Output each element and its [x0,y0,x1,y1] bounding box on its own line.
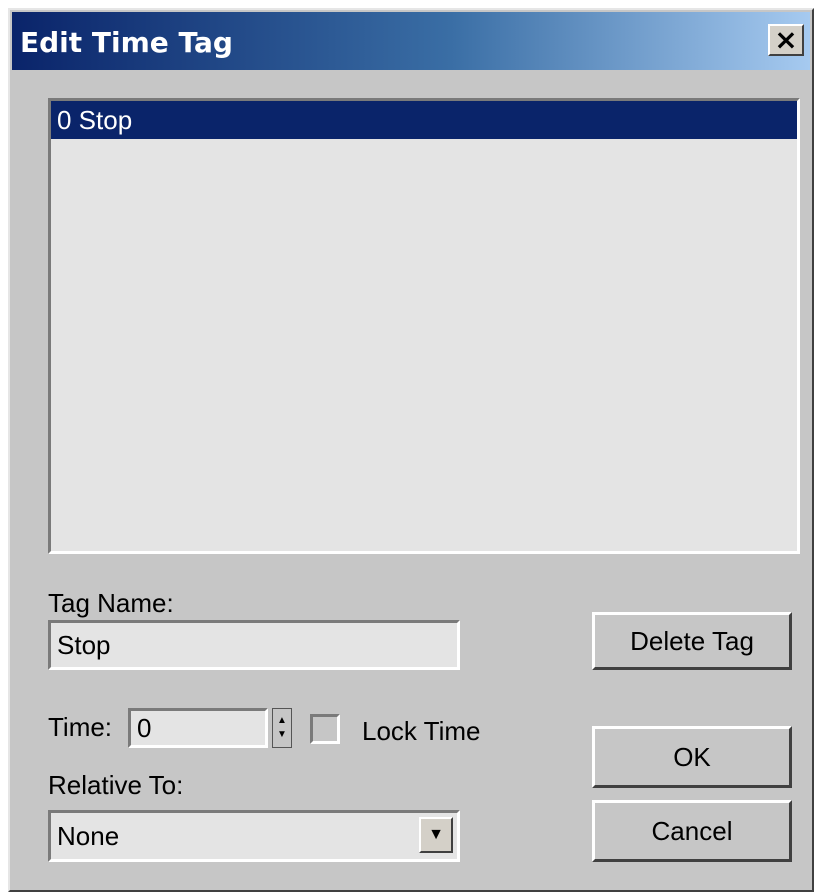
ok-button[interactable]: OK [592,726,792,788]
tag-name-field[interactable]: Stop [48,620,460,670]
relative-to-select[interactable]: None ▼ [48,810,460,862]
delete-tag-button[interactable]: Delete Tag [592,612,792,670]
cancel-button[interactable]: Cancel [592,800,792,862]
tag-name-label: Tag Name: [48,588,174,618]
close-icon: × [774,23,798,56]
time-label: Time: [48,712,113,742]
list-item[interactable]: 0 Stop [51,101,797,139]
time-value: 0 [137,712,152,743]
title-bar: Edit Time Tag × [12,12,810,70]
window-title: Edit Time Tag [20,26,233,59]
relative-to-label: Relative To: [48,770,184,800]
time-tag-list[interactable]: 0 Stop [48,98,800,554]
spinner-down-icon[interactable]: ▼ [277,728,287,742]
close-button[interactable]: × [768,24,804,56]
spinner-up-icon[interactable]: ▲ [277,714,287,728]
time-field[interactable]: 0 [128,708,268,748]
time-spinner[interactable]: ▲ ▼ [272,708,292,748]
chevron-down-icon: ▼ [428,826,444,843]
dropdown-arrow-button[interactable]: ▼ [419,817,453,853]
lock-time-checkbox[interactable] [310,714,340,744]
tag-name-value: Stop [57,629,111,660]
edit-time-tag-dialog: Edit Time Tag × 0 Stop Tag Name: Stop De… [8,8,814,892]
relative-to-value: None [57,820,120,851]
lock-time-label: Lock Time [362,716,481,746]
